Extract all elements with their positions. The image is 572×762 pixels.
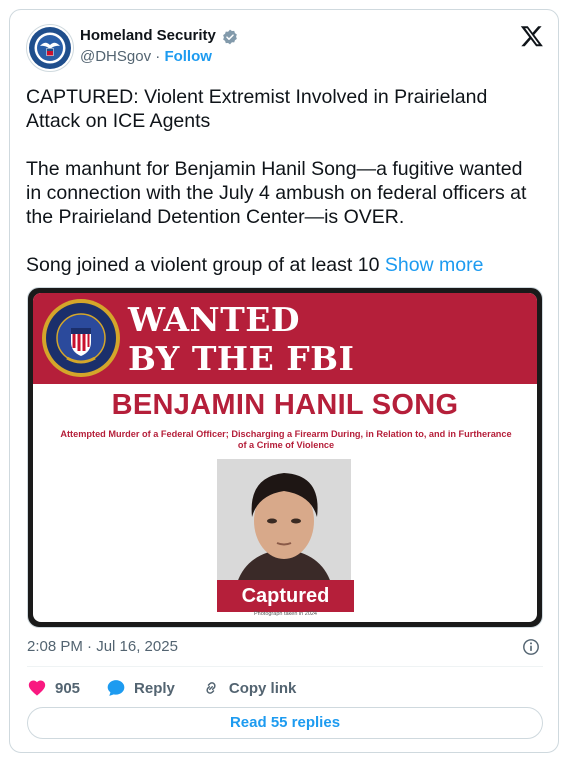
tweet-para2-line2: in connection with the July 4 ambush on … [26, 182, 527, 204]
photo-note: Photograph taken in 2024 [254, 611, 317, 617]
handle-row: @DHSgov · Follow [80, 48, 212, 65]
reply-label: Reply [134, 679, 175, 697]
dhs-seal-avatar[interactable] [26, 24, 74, 72]
tweet-para2-line1: The manhunt for Benjamin Hanil Song—a fu… [26, 158, 523, 180]
tweet-headline-line1: CAPTURED: Violent Extremist Involved in … [26, 86, 488, 108]
reply-button[interactable]: Reply [106, 678, 175, 698]
poster-charges-line1: Attempted Murder of a Federal Officer; D… [60, 429, 512, 439]
like-button[interactable]: 905 [27, 678, 80, 698]
wanted-title-line1: WANTED [128, 300, 301, 339]
reply-bubble-icon [107, 680, 125, 696]
captured-banner: Captured [217, 580, 354, 612]
follow-button[interactable]: Follow [164, 48, 212, 65]
x-logo-icon[interactable] [520, 24, 544, 48]
poster-fugitive-name: BENJAMIN HANIL SONG [111, 389, 459, 421]
author-name[interactable]: Homeland Security [80, 27, 216, 44]
show-more-link[interactable]: Show more [385, 254, 484, 276]
tweet-timestamp[interactable]: 2:08 PM · Jul 16, 2025 [27, 638, 178, 655]
tweet-para3: Song joined a violent group of at least … [26, 253, 546, 277]
poster-charges: Attempted Murder of a Federal Officer; D… [41, 429, 531, 451]
tweet-para3-text: Song joined a violent group of at least … [26, 254, 385, 276]
action-bar: 905 Reply Copy link [27, 678, 296, 698]
link-icon [206, 682, 216, 694]
copy-link-label: Copy link [228, 679, 297, 697]
info-icon[interactable] [522, 638, 540, 656]
heart-icon [28, 680, 46, 696]
copy-link-button[interactable]: Copy link [201, 678, 297, 698]
poster-charges-line2: of a Crime of Violence [237, 440, 335, 450]
verified-badge-icon [223, 29, 237, 45]
tweet-text: CAPTURED: Violent Extremist Involved in … [26, 85, 546, 277]
like-count: 905 [55, 679, 81, 697]
divider [27, 666, 543, 667]
tweet-card: Homeland Security @DHSgov · Follow CAPTU… [9, 9, 559, 753]
fugitive-photo [217, 459, 351, 583]
read-replies-button[interactable]: Read 55 replies [27, 707, 543, 739]
tweet-para2-line3: the Prairieland Detention Center—is OVER… [26, 206, 405, 228]
fbi-seal-icon [42, 299, 120, 377]
wanted-title-line2: BY THE FBI [128, 339, 355, 378]
handle-separator: · [151, 48, 165, 65]
tweet-media[interactable]: WANTED BY THE FBI BENJAMIN HANIL SONG At… [27, 287, 543, 628]
wanted-poster: WANTED BY THE FBI BENJAMIN HANIL SONG At… [33, 293, 537, 622]
author-handle[interactable]: @DHSgov [80, 48, 151, 65]
tweet-headline-line2: Attack on ICE Agents [26, 110, 211, 132]
